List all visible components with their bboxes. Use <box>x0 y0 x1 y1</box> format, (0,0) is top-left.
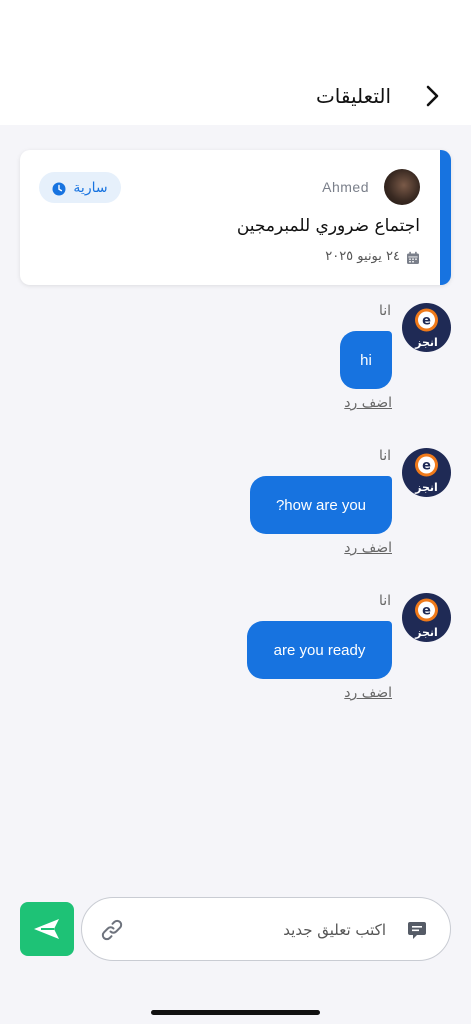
comment-sender: انا <box>378 593 391 609</box>
comment-sender: انا <box>378 303 391 319</box>
comment-bubble: ?how are you <box>250 476 392 534</box>
event-card[interactable]: Ahmed سارية اجتماع ضروري للمبرمجين ٢٤ يو… <box>20 150 451 285</box>
svg-text:e: e <box>422 314 431 329</box>
attachment-link-icon[interactable] <box>98 916 126 944</box>
avatar-logo-text: انجز <box>414 626 438 639</box>
send-button[interactable] <box>20 902 74 956</box>
add-reply-link[interactable]: اضف رد <box>344 395 392 411</box>
add-reply-link[interactable]: اضف رد <box>344 685 392 701</box>
event-date-row: ٢٤ يونيو ٢٠٢٥ <box>325 249 420 264</box>
home-indicator <box>151 1010 320 1015</box>
page-title: التعليقات <box>315 84 391 108</box>
clock-icon <box>52 181 66 195</box>
avatar-logo-text: انجز <box>414 481 438 494</box>
svg-text:e: e <box>422 604 431 619</box>
comment-bubble: are you ready <box>247 621 392 679</box>
avatar-logo-text: انجز <box>414 336 438 349</box>
comment-bubble: hi <box>340 331 392 389</box>
app-logo-avatar: e انجز <box>402 303 451 352</box>
status-badge: سارية <box>39 172 121 203</box>
author-avatar <box>384 169 420 205</box>
chat-bubble-icon <box>406 919 428 941</box>
app-logo-avatar: e انجز <box>402 593 451 642</box>
calendar-icon <box>406 250 420 264</box>
add-reply-link[interactable]: اضف رد <box>344 540 392 556</box>
comment-text-input[interactable] <box>176 915 386 945</box>
send-icon <box>34 919 59 939</box>
app-header: التعليقات <box>0 0 471 125</box>
author-name: Ahmed <box>322 179 369 195</box>
comment-composer <box>20 897 451 961</box>
comment-input-field[interactable] <box>81 897 451 961</box>
status-badge-label: سارية <box>73 179 108 196</box>
app-logo-avatar: e انجز <box>402 448 451 497</box>
svg-text:e: e <box>422 459 431 474</box>
event-date: ٢٤ يونيو ٢٠٢٥ <box>325 249 400 264</box>
back-chevron-icon[interactable] <box>423 83 443 109</box>
event-title: اجتماع ضروري للمبرمجين <box>236 216 420 236</box>
comment-sender: انا <box>378 448 391 464</box>
card-accent-bar <box>440 150 451 285</box>
